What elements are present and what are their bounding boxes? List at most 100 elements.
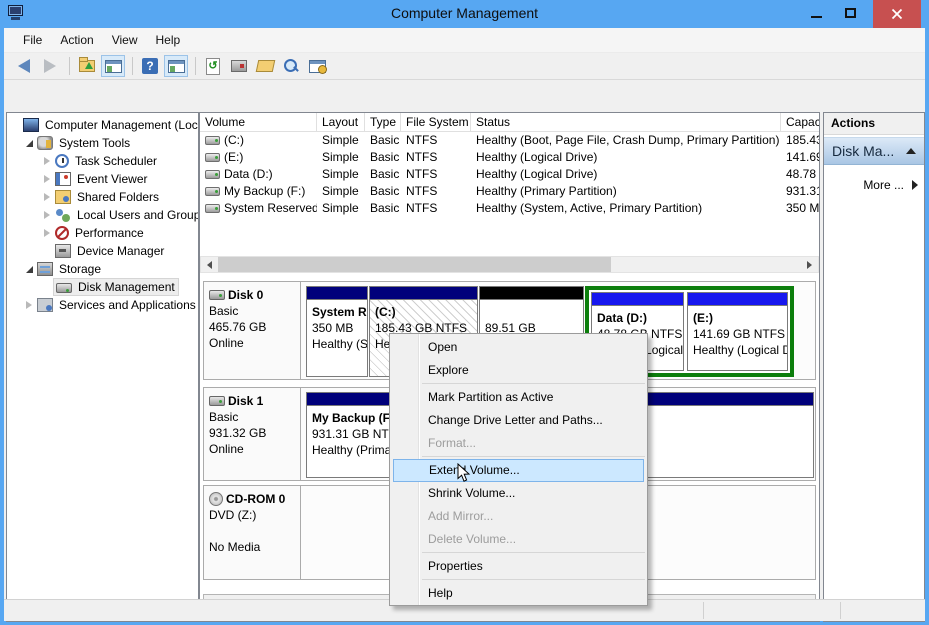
- tree-item-label: Shared Folders: [74, 189, 162, 205]
- cell-volume: System Reserved: [224, 200, 317, 217]
- tree-item-shared-folders[interactable]: Shared Folders: [7, 188, 198, 206]
- expander-collapsed[interactable]: [41, 193, 53, 201]
- menu-separator: [422, 456, 645, 457]
- tree-item-performance[interactable]: Performance: [7, 224, 198, 242]
- menu-file[interactable]: File: [14, 30, 51, 50]
- tree-item-device-manager[interactable]: Device Manager: [7, 242, 198, 260]
- forward-button[interactable]: [38, 55, 62, 77]
- tree-item-disk-management[interactable]: Disk Management: [7, 278, 198, 296]
- disk-1-header[interactable]: Disk 1 Basic 931.32 GB Online: [204, 388, 301, 480]
- show-console-tree-button[interactable]: [101, 55, 125, 77]
- tree-item-task-scheduler[interactable]: Task Scheduler: [7, 152, 198, 170]
- cell-volume: (C:): [224, 132, 317, 149]
- cd-rom-0-header[interactable]: CD-ROM 0 DVD (Z:) No Media: [204, 486, 301, 579]
- column-layout[interactable]: Layout: [317, 113, 365, 132]
- tree-item-computer-management[interactable]: Computer Management (Local): [7, 116, 198, 134]
- scroll-left-button[interactable]: [201, 257, 218, 272]
- cell-capacity: 141.69 GB: [786, 149, 819, 166]
- rescan-disks-button[interactable]: [227, 55, 251, 77]
- help-icon: ?: [142, 58, 158, 74]
- help-button[interactable]: ?: [138, 55, 162, 77]
- menu-item-properties[interactable]: Properties: [390, 555, 647, 578]
- menu-item-explore[interactable]: Explore: [390, 359, 647, 382]
- expander-collapsed[interactable]: [41, 229, 53, 237]
- column-volume[interactable]: Volume: [200, 113, 317, 132]
- menu-item-extend-volume[interactable]: Extend Volume...: [393, 459, 644, 482]
- minimize-button[interactable]: [801, 0, 831, 25]
- device-manager-icon: [55, 244, 71, 258]
- disk-name: CD-ROM 0: [226, 491, 285, 507]
- column-type[interactable]: Type: [365, 113, 401, 132]
- menu-item-mark-partition-as-active[interactable]: Mark Partition as Active: [390, 386, 647, 409]
- up-one-level-button[interactable]: [75, 55, 99, 77]
- tree-item-label: Disk Management: [75, 279, 178, 295]
- volume-row-c[interactable]: (C:) Simple Basic NTFS Healthy (Boot, Pa…: [200, 132, 819, 149]
- cell-status: Healthy (Logical Drive): [476, 166, 782, 183]
- partition-e[interactable]: (E:) 141.69 GB NTFS Healthy (Logical Dri…: [687, 292, 788, 371]
- volume-table-header: Volume Layout Type File System Status Ca…: [200, 113, 819, 132]
- collapse-section-icon[interactable]: [906, 148, 916, 154]
- column-capacity[interactable]: Capacity: [781, 113, 819, 132]
- volume-list-horizontal-scrollbar[interactable]: [200, 256, 819, 273]
- expander-expanded[interactable]: [23, 140, 35, 147]
- partition-system-reserved[interactable]: System Reserved 350 MB Healthy (System, …: [306, 286, 368, 377]
- expander-collapsed[interactable]: [41, 157, 53, 165]
- maximize-button[interactable]: [835, 0, 865, 25]
- disk-size: 931.32 GB: [209, 425, 296, 441]
- maximize-icon: [845, 8, 856, 18]
- tree-item-system-tools[interactable]: System Tools: [7, 134, 198, 152]
- more-actions-arrow-icon: [912, 180, 918, 190]
- more-actions-item[interactable]: More ...: [824, 175, 924, 195]
- menu-action[interactable]: Action: [51, 30, 102, 50]
- expander-collapsed[interactable]: [41, 175, 53, 183]
- scrollbar-thumb[interactable]: [218, 257, 611, 272]
- cell-file-system: NTFS: [406, 200, 472, 217]
- expander-collapsed[interactable]: [23, 301, 35, 309]
- expander-expanded[interactable]: [23, 266, 35, 273]
- menu-item-shrink-volume[interactable]: Shrink Volume...: [390, 482, 647, 505]
- primary-partition-band: [307, 287, 367, 300]
- volume-row-system-reserved[interactable]: System Reserved Simple Basic NTFS Health…: [200, 200, 819, 217]
- back-button[interactable]: [12, 55, 36, 77]
- volume-row-e[interactable]: (E:) Simple Basic NTFS Healthy (Logical …: [200, 149, 819, 166]
- local-users-icon: [55, 208, 71, 222]
- volume-row-data-d[interactable]: Data (D:) Simple Basic NTFS Healthy (Log…: [200, 166, 819, 183]
- menu-view[interactable]: View: [103, 30, 147, 50]
- back-icon: [18, 59, 30, 73]
- open-folder-icon: [255, 60, 275, 72]
- status-bar-divider: [840, 602, 841, 619]
- menu-separator: [422, 552, 645, 553]
- refresh-button[interactable]: ↺: [201, 55, 225, 77]
- close-icon: [891, 8, 903, 20]
- partition-title: (E:): [693, 310, 784, 326]
- partition-title: System Reserved: [312, 304, 364, 320]
- actions-section-disk-management[interactable]: Disk Ma...: [824, 137, 924, 165]
- tree-item-services-and-applications[interactable]: Services and Applications: [7, 296, 198, 314]
- show-action-pane-button[interactable]: [164, 55, 188, 77]
- expander-collapsed[interactable]: [41, 211, 53, 219]
- help-window-button[interactable]: [305, 55, 329, 77]
- menu-item-change-drive-letter-and-paths[interactable]: Change Drive Letter and Paths...: [390, 409, 647, 432]
- show-action-pane-icon: [168, 60, 185, 73]
- cell-file-system: NTFS: [406, 183, 472, 200]
- partition-size: 350 MB: [312, 320, 364, 336]
- cell-type: Basic: [370, 200, 402, 217]
- column-status[interactable]: Status: [471, 113, 781, 132]
- tree-item-storage[interactable]: Storage: [7, 260, 198, 278]
- menu-separator: [422, 579, 645, 580]
- cd-rom-icon: [209, 492, 223, 506]
- menu-item-help[interactable]: Help: [390, 582, 647, 605]
- volume-row-my-backup-f[interactable]: My Backup (F:) Simple Basic NTFS Healthy…: [200, 183, 819, 200]
- disk-0-header[interactable]: Disk 0 Basic 465.76 GB Online: [204, 282, 301, 379]
- find-button[interactable]: [279, 55, 303, 77]
- close-button[interactable]: [873, 0, 921, 28]
- open-folder-button[interactable]: [253, 55, 277, 77]
- menu-help[interactable]: Help: [147, 30, 190, 50]
- tree-item-event-viewer[interactable]: Event Viewer: [7, 170, 198, 188]
- tree-item-local-users-and-groups[interactable]: Local Users and Groups: [7, 206, 198, 224]
- scroll-right-button[interactable]: [801, 257, 818, 272]
- disk-icon: [209, 396, 225, 406]
- tree-item-label: Computer Management (Local): [42, 117, 198, 133]
- menu-item-open[interactable]: Open: [390, 336, 647, 359]
- column-file-system[interactable]: File System: [401, 113, 471, 132]
